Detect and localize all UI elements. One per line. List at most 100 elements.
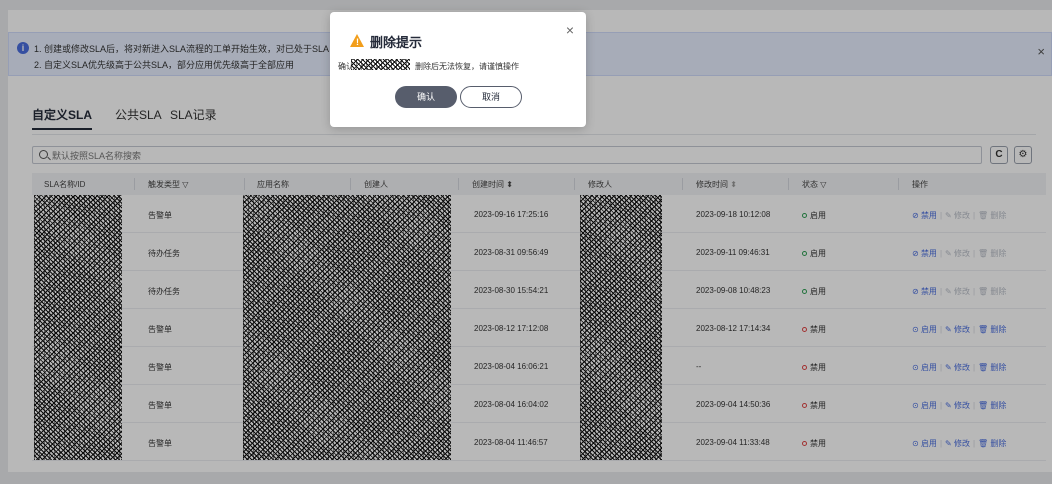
col-creator: 创建人 [364,180,388,189]
table-header: SLA名称/ID 触发类型 ▽ 应用名称 创建人 创建时间 ⬍ 修改人 修改时间… [32,173,1046,195]
created-time: 2023-08-04 16:06:21 [474,362,549,371]
col-app-name: 应用名称 [257,180,289,189]
col-status[interactable]: 状态 ▽ [802,179,826,190]
status-dot-icon [802,251,807,256]
delete-button[interactable]: 🗑 删除 [978,287,1006,296]
col-modifier: 修改人 [588,180,612,189]
modified-time: 2023-09-04 11:33:48 [696,438,770,447]
redacted-sla-names [34,195,122,460]
status-badge: 禁用 [802,324,826,335]
row-actions: ⊙ 启用 | ✎ 修改 | 🗑 删除 [912,325,1007,334]
status-dot-icon [802,403,807,408]
col-actions: 操作 [912,180,928,189]
toggle-button[interactable]: ⊘ 禁用 [912,287,937,296]
modified-time: 2023-09-11 09:46:31 [696,248,770,257]
delete-button[interactable]: 🗑 删除 [978,211,1006,220]
search-placeholder: 默认按照SLA名称搜索 [52,151,142,161]
redacted-modifiers [580,195,662,460]
sort-icon[interactable]: ⬍ [506,180,513,189]
search-input[interactable]: 默认按照SLA名称搜索 [32,146,982,164]
delete-button[interactable]: 🗑 删除 [978,363,1006,372]
trigger-type: 告警单 [148,211,172,220]
modified-time: 2023-09-04 14:50:36 [696,400,771,409]
info-icon: i [17,42,29,54]
redacted-item-name [351,59,410,70]
status-dot-icon [802,365,807,370]
trigger-type: 告警单 [148,363,172,372]
status-badge: 启用 [802,210,826,221]
dialog-message: 删除后无法恢复，请谨慎操作 [415,62,519,71]
status-badge: 启用 [802,286,826,297]
filter-icon[interactable]: ▽ [820,180,826,189]
toggle-button[interactable]: ⊙ 启用 [912,363,937,372]
trigger-type: 待办任务 [148,249,180,258]
close-icon[interactable]: × [566,22,574,38]
tab-public-sla[interactable]: 公共SLA [115,106,162,123]
delete-button[interactable]: 🗑 删除 [978,401,1006,410]
modified-time: 2023-09-18 10:12:08 [696,210,771,219]
trigger-type: 告警单 [148,439,172,448]
search-icon [39,150,48,159]
row-actions: ⊙ 启用 | ✎ 修改 | 🗑 删除 [912,363,1007,372]
table-row: 告警单 2023-08-04 16:04:02 2023-09-04 14:50:3… [32,385,1046,423]
sort-icon[interactable]: ⬍ [730,180,737,189]
dialog-title: 删除提示 [370,35,423,50]
status-dot-icon [802,289,807,294]
table-row: 告警单 2023-09-16 17:25:16 2023-09-18 10:12:0… [32,195,1046,233]
tab-sla-records[interactable]: SLA记录 [170,106,217,123]
toggle-button[interactable]: ⊙ 启用 [912,325,937,334]
edit-button[interactable]: ✎ 修改 [945,363,970,372]
edit-button[interactable]: ✎ 修改 [945,439,970,448]
col-created-time[interactable]: 创建时间 ⬍ [472,179,513,190]
trigger-type: 待办任务 [148,287,180,296]
status-badge: 启用 [802,248,826,259]
toggle-button[interactable]: ⊘ 禁用 [912,249,937,258]
created-time: 2023-08-04 16:04:02 [474,400,549,409]
row-actions: ⊘ 禁用 | ✎ 修改 | 🗑 删除 [912,211,1007,220]
modified-time: 2023-09-08 10:48:23 [696,286,771,295]
top-strip [8,0,1052,10]
notice-line-2: 2. 自定义SLA优先级高于公共SLA，部分应用优先级高于全部应用 [34,60,295,70]
col-trigger-type[interactable]: 触发类型 ▽ [148,179,188,190]
created-time: 2023-08-04 11:46:57 [474,438,548,447]
table-row: 待办任务 2023-08-31 09:56:49 2023-09-11 09:46:… [32,233,1046,271]
confirm-button[interactable]: 确认 [395,86,457,108]
notice-close-icon[interactable]: × [1037,44,1045,59]
delete-button[interactable]: 🗑 删除 [978,325,1006,334]
status-dot-icon [802,327,807,332]
created-time: 2023-08-30 15:54:21 [474,286,549,295]
edit-button[interactable]: ✎ 修改 [945,249,970,258]
tab-custom-sla[interactable]: 自定义SLA [32,106,93,130]
row-actions: ⊙ 启用 | ✎ 修改 | 🗑 删除 [912,439,1007,448]
modified-time: 2023-08-12 17:14:34 [696,324,771,333]
col-sla-name: SLA名称/ID [44,180,86,189]
filter-icon[interactable]: ▽ [182,180,188,189]
notice-line-1: 1. 创建或修改SLA后，将对新进入SLA流程的工单开始生效，对已处于SLA [34,44,330,54]
trigger-type: 告警单 [148,325,172,334]
table-row: 待办任务 2023-08-30 15:54:21 2023-09-08 10:48:… [32,271,1046,309]
row-actions: ⊙ 启用 | ✎ 修改 | 🗑 删除 [912,401,1007,410]
edit-button[interactable]: ✎ 修改 [945,211,970,220]
trigger-type: 告警单 [148,401,172,410]
modified-time: -- [696,362,702,371]
row-actions: ⊘ 禁用 | ✎ 修改 | 🗑 删除 [912,287,1007,296]
col-modified-time[interactable]: 修改时间 ⬍ [696,179,737,190]
delete-button[interactable]: 🗑 删除 [978,439,1006,448]
toggle-button[interactable]: ⊙ 启用 [912,401,937,410]
created-time: 2023-08-31 09:56:49 [474,248,549,257]
edit-button[interactable]: ✎ 修改 [945,325,970,334]
edit-button[interactable]: ✎ 修改 [945,287,970,296]
status-dot-icon [802,213,807,218]
toggle-button[interactable]: ⊙ 启用 [912,439,937,448]
edit-button[interactable]: ✎ 修改 [945,401,970,410]
toggle-button[interactable]: ⊘ 禁用 [912,211,937,220]
cancel-button[interactable]: 取消 [460,86,522,108]
delete-confirm-dialog: ! 删除提示 × 确认 删除后无法恢复，请谨慎操作 确认 取消 [330,12,586,127]
delete-button[interactable]: 🗑 删除 [978,249,1006,258]
status-badge: 禁用 [802,438,826,449]
settings-button[interactable]: ⚙ [1014,146,1032,164]
table-row: 告警单 2023-08-04 16:06:21 -- 禁用 ⊙ 启用 | ✎ 修改 | 🗑 删除 [32,347,1046,385]
refresh-button[interactable]: C [990,146,1008,164]
tabs-divider [32,134,1036,135]
status-dot-icon [802,441,807,446]
